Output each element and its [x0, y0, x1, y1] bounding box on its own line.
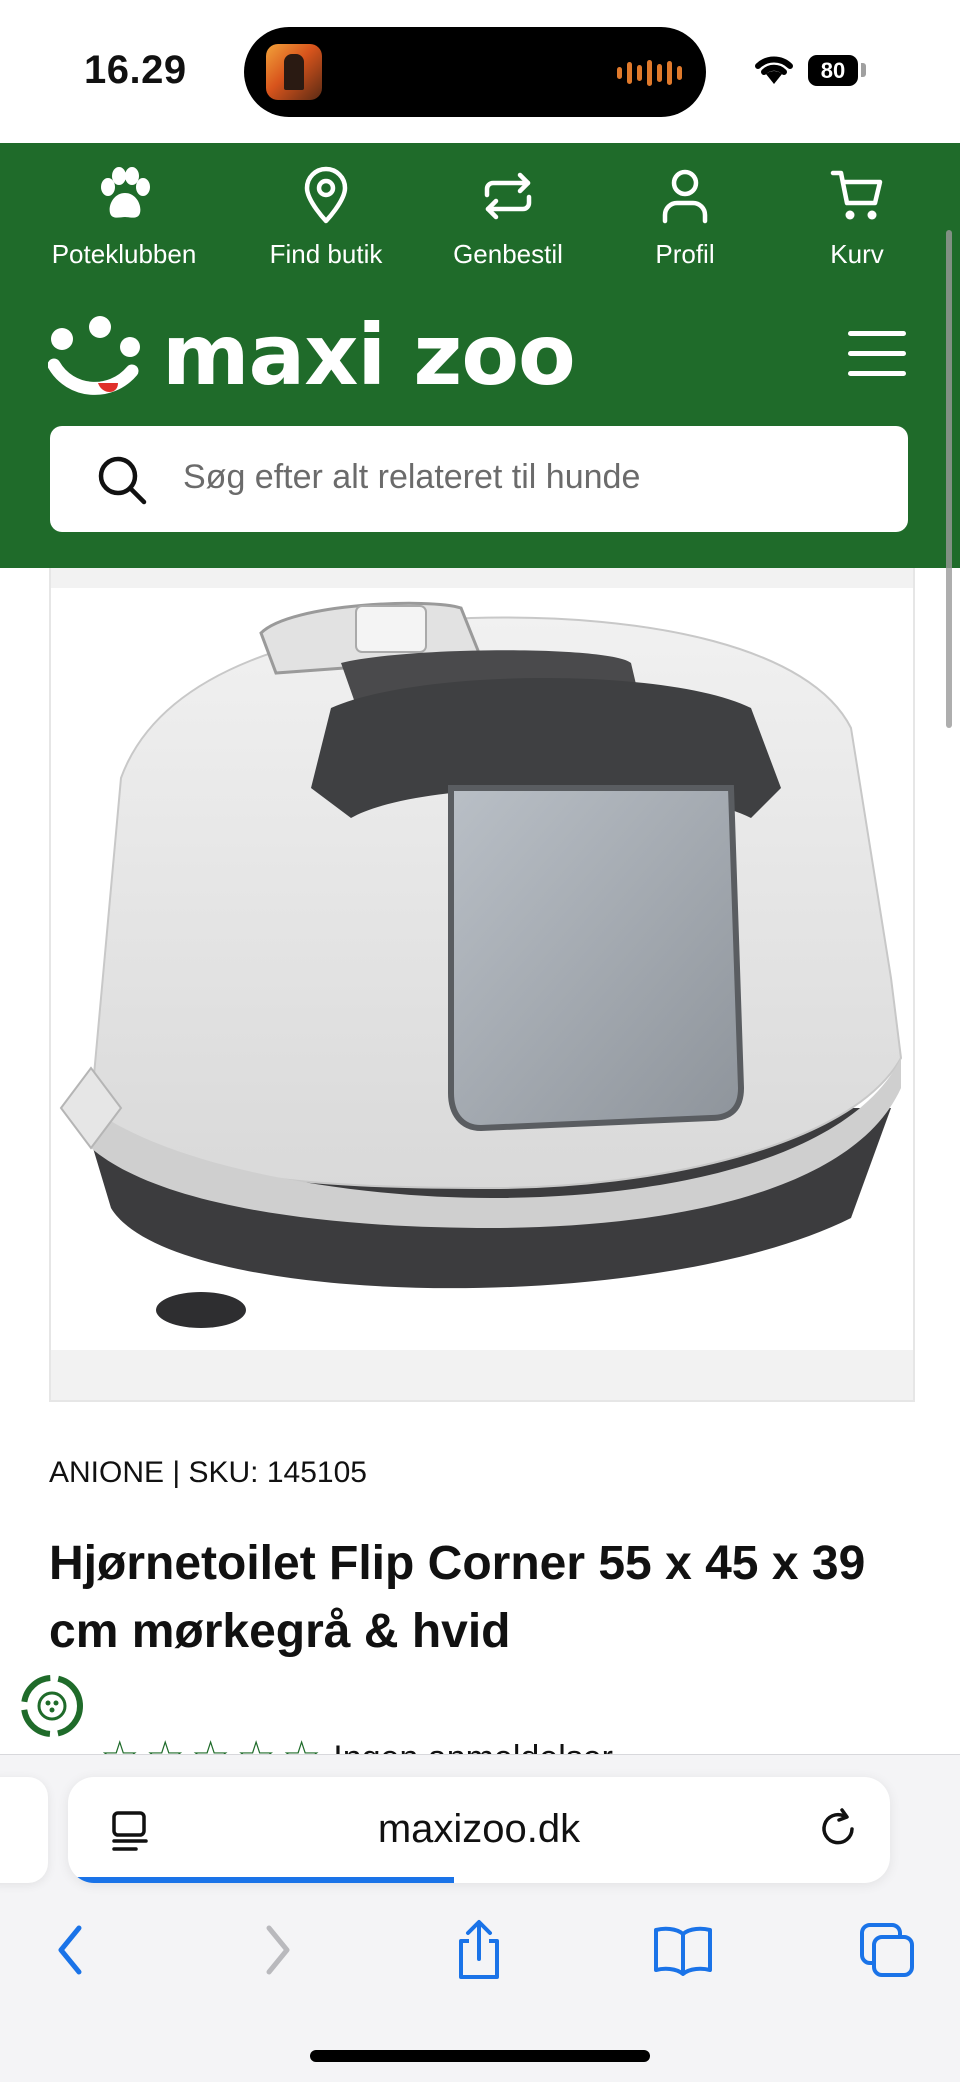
- logo-text: maxi zoo: [162, 306, 576, 404]
- bookmarks-button[interactable]: [648, 1915, 718, 1985]
- chevron-right-icon: [266, 1925, 290, 1975]
- now-playing-artwork: [266, 44, 322, 100]
- brand-sku: ANIONE | SKU: 145105: [49, 1456, 367, 1489]
- wifi-icon: [755, 56, 793, 84]
- nav-label: Profil: [655, 239, 715, 269]
- forward-button[interactable]: [242, 1915, 312, 1985]
- browser-bottom-bar: maxizoo.dk: [0, 1754, 960, 2082]
- book-icon: [654, 1926, 712, 1976]
- user-icon: [662, 169, 708, 224]
- repeat-icon: [484, 172, 532, 220]
- nav-label: Find butik: [269, 239, 383, 269]
- browser-toolbar: [0, 1905, 960, 1995]
- paw-icon: [101, 167, 150, 218]
- previous-tab-preview[interactable]: [0, 1777, 48, 1883]
- product-title: Hjørnetoilet Flip Corner 55 x 45 x 39 cm…: [49, 1537, 866, 1658]
- chevron-left-icon: [58, 1925, 82, 1975]
- cart-icon: [830, 170, 883, 220]
- search-icon: [98, 456, 147, 505]
- nav-label: Poteklubben: [51, 239, 197, 269]
- litter-box-image: [59, 601, 903, 1328]
- share-button[interactable]: [444, 1915, 514, 1985]
- nav-label: Genbestil: [453, 239, 563, 269]
- nav-label: Kurv: [830, 239, 884, 269]
- share-icon: [459, 1920, 499, 1979]
- audio-waveform-icon: [617, 59, 682, 87]
- top-navigation: Poteklubben Find butik Genbestil Profil …: [0, 165, 960, 295]
- location-pin-icon: [304, 166, 348, 224]
- status-time: 16.29: [84, 48, 187, 92]
- product-image[interactable]: [51, 588, 913, 1350]
- battery-icon: 80: [808, 55, 858, 86]
- eco-badge-icon[interactable]: [18, 1672, 86, 1740]
- page-scrollbar[interactable]: [946, 230, 952, 728]
- back-button[interactable]: [36, 1915, 106, 1985]
- page-load-progress: [68, 1877, 455, 1883]
- url-text: maxizoo.dk: [377, 1807, 581, 1851]
- maxi-zoo-logo[interactable]: maxi zoo: [48, 306, 576, 404]
- nav-item-find-butik[interactable]: Find butik: [236, 165, 416, 295]
- address-bar[interactable]: maxizoo.dk: [68, 1777, 890, 1883]
- product-image-frame: [49, 568, 915, 1402]
- logo-face-icon: [48, 316, 140, 395]
- hamburger-menu-icon[interactable]: [848, 331, 906, 377]
- tabs-button[interactable]: [852, 1915, 922, 1985]
- nav-item-poteklubben[interactable]: Poteklubben: [34, 165, 214, 295]
- nav-item-genbestil[interactable]: Genbestil: [418, 165, 598, 295]
- search-placeholder: Søg efter alt relateret til hunde: [183, 458, 641, 496]
- site-header: Poteklubben Find butik Genbestil Profil …: [0, 143, 960, 568]
- home-indicator[interactable]: [310, 2050, 650, 2062]
- nav-item-profil[interactable]: Profil: [595, 165, 775, 295]
- search-input[interactable]: Søg efter alt relateret til hunde: [50, 426, 908, 532]
- status-bar: 16.29 80: [0, 0, 960, 143]
- reload-icon[interactable]: [816, 1807, 860, 1851]
- tabs-icon: [860, 1923, 914, 1977]
- nav-item-kurv[interactable]: Kurv: [767, 165, 947, 295]
- dynamic-island[interactable]: [244, 27, 706, 117]
- battery-tip: [861, 63, 866, 77]
